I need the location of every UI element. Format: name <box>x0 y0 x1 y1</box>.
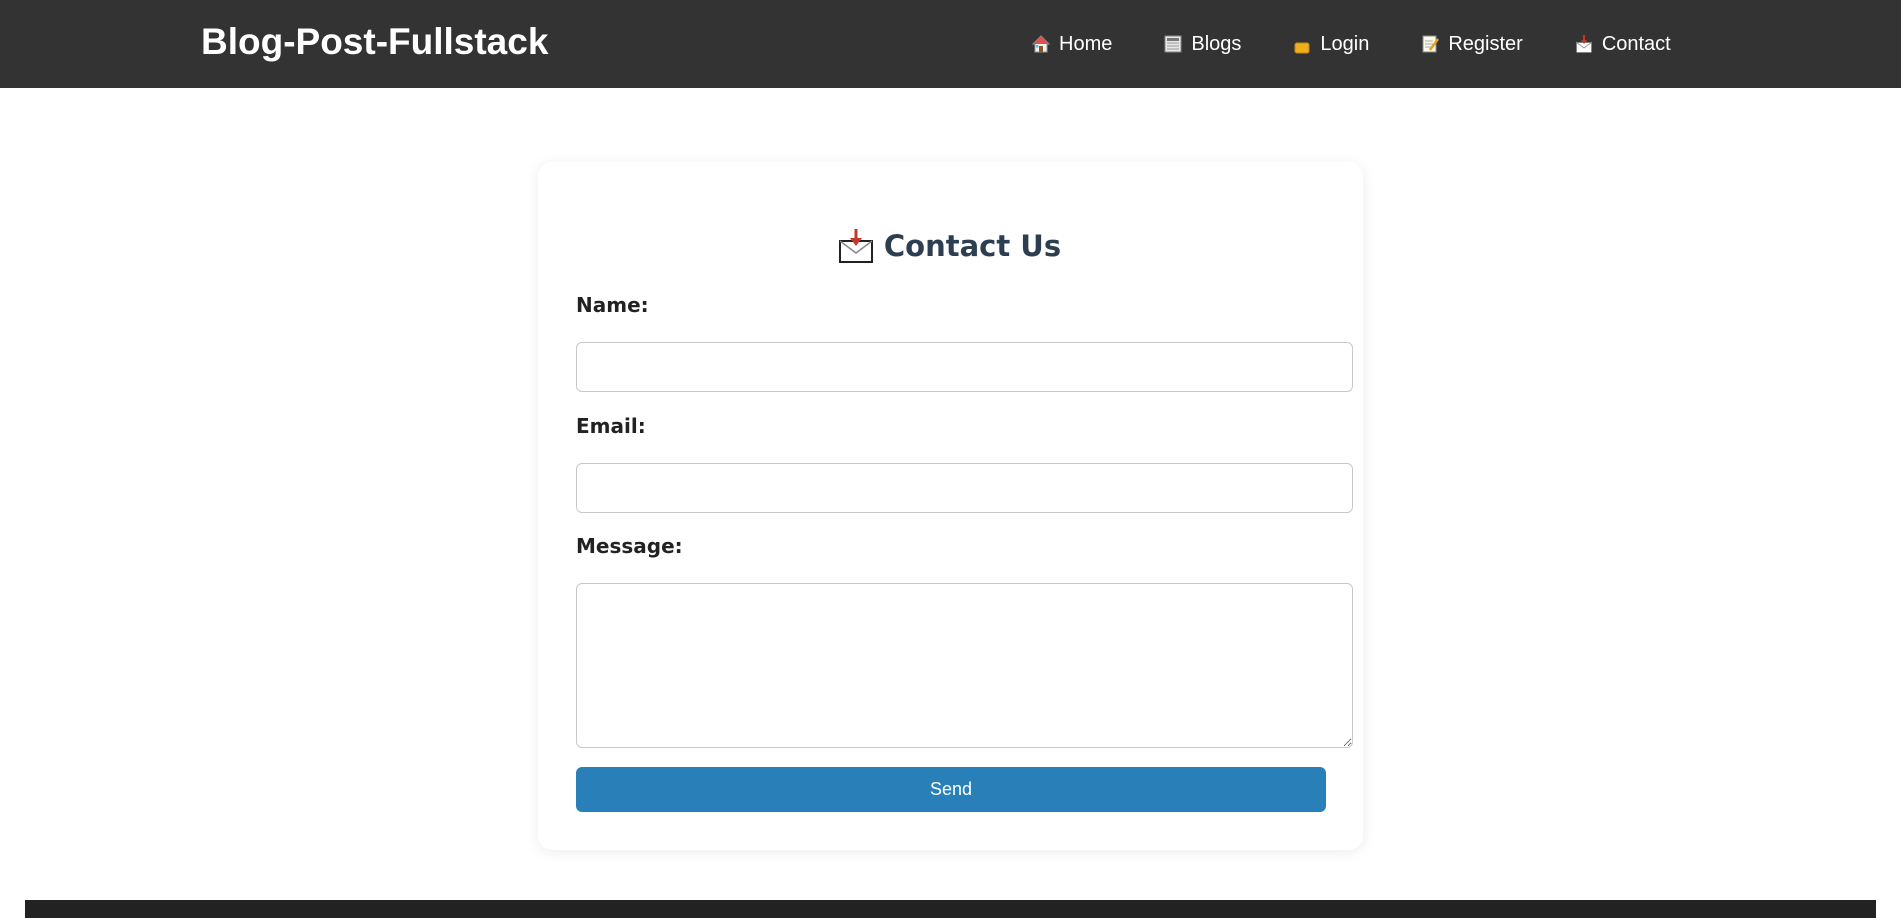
nav-link-label: Home <box>1059 33 1113 55</box>
send-button[interactable]: Send <box>576 767 1326 812</box>
newspaper-icon <box>1162 33 1184 55</box>
inbox-envelope-icon <box>1573 33 1595 55</box>
memo-icon <box>1419 33 1441 55</box>
nav-link-login[interactable]: Login <box>1291 28 1369 60</box>
name-input[interactable] <box>576 342 1353 392</box>
nav-link-label: Register <box>1448 33 1523 55</box>
nav-links: Home Blogs Login Register Contact <box>1030 28 1671 60</box>
name-label: Name: <box>576 293 649 317</box>
navbar: Blog-Post-Fullstack Home Blogs Login Reg… <box>0 0 1901 88</box>
contact-title-text: Contact Us <box>883 229 1062 263</box>
nav-link-register[interactable]: Register <box>1419 28 1523 60</box>
nav-link-contact[interactable]: Contact <box>1573 28 1671 60</box>
nav-link-home[interactable]: Home <box>1030 28 1112 60</box>
lock-icon <box>1291 33 1313 55</box>
email-label: Email: <box>576 414 646 438</box>
contact-title-inner: Contact Us <box>838 226 1061 266</box>
footer <box>25 900 1876 918</box>
message-textarea[interactable] <box>576 583 1353 748</box>
contact-title: Contact Us <box>0 226 1901 266</box>
envelope-arrow-icon <box>838 228 874 264</box>
house-icon <box>1030 33 1052 55</box>
email-input[interactable] <box>576 463 1353 513</box>
nav-link-label: Contact <box>1601 33 1671 55</box>
nav-link-label: Blogs <box>1191 33 1242 55</box>
nav-link-label: Login <box>1320 33 1370 55</box>
nav-link-blogs[interactable]: Blogs <box>1162 28 1241 60</box>
brand-logo-link[interactable]: Blog-Post-Fullstack <box>201 20 548 64</box>
message-label: Message: <box>576 534 683 558</box>
